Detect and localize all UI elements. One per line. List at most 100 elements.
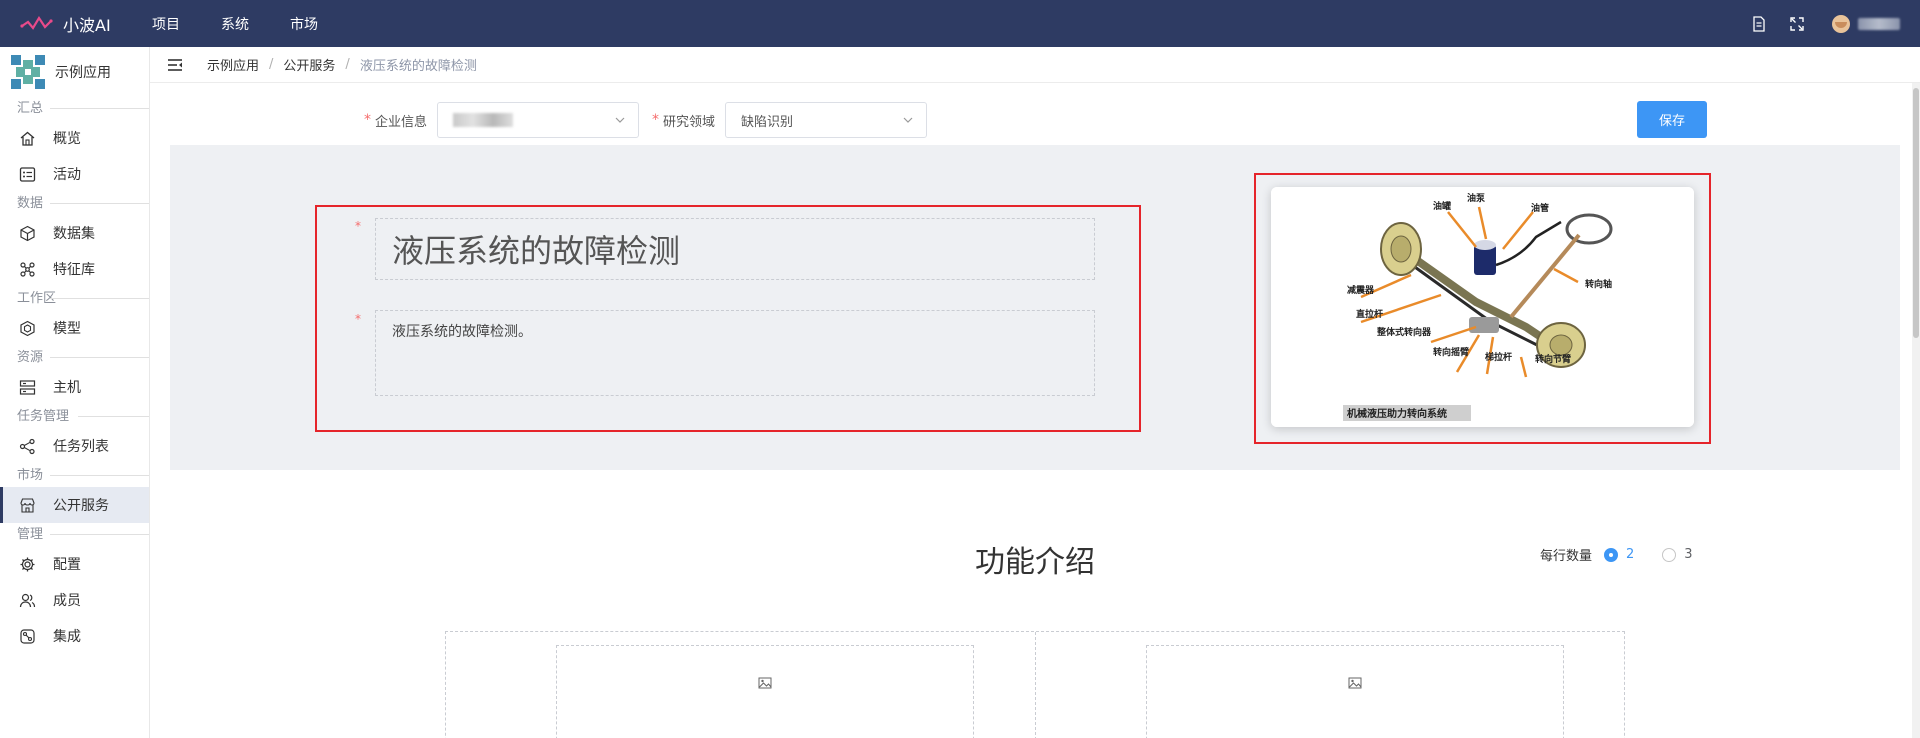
image-icon [1348, 677, 1361, 688]
research-select[interactable]: 缺陷识别 [725, 102, 928, 138]
cube-icon [18, 224, 36, 242]
breadcrumb-item-current: 液压系统的故障检测 [359, 59, 477, 74]
group-label-data: 数据 [0, 192, 149, 215]
sidebar-item-task-list[interactable]: 任务列表 [0, 428, 149, 464]
topnav-projects[interactable]: 项目 [152, 14, 180, 34]
scrollbar-thumb[interactable] [1913, 88, 1919, 338]
diagram-label-shock-absorber: 减震器 [1347, 284, 1375, 296]
feature-section-title: 功能介绍 [975, 545, 1095, 580]
sidebar-item-label: 集成 [53, 629, 81, 645]
radio-button[interactable] [1604, 547, 1619, 562]
feature-image-placeholder[interactable] [556, 645, 974, 738]
per-row-label: 每行数量 [1540, 549, 1593, 564]
sidebar-item-label: 活动 [53, 167, 81, 183]
breadcrumb-separator: / [345, 57, 350, 72]
service-description-input[interactable]: 液压系统的故障检测。 [375, 310, 1095, 396]
sidebar-item-overview[interactable]: 概览 [0, 120, 149, 156]
feature-image-placeholder[interactable] [1145, 645, 1564, 738]
top-bar: 小波AI 项目 系统 市场 [0, 0, 1920, 47]
diagram-label-drag-link: 直拉杆 [1356, 308, 1383, 320]
brand-name: 小波AI [63, 15, 111, 35]
sidebar-item-host[interactable]: 主机 [0, 369, 149, 405]
sidebar-item-label: 主机 [53, 380, 81, 396]
sidebar-item-model[interactable]: 模型 [0, 310, 149, 346]
service-title-input[interactable]: 液压系统的故障检测 [375, 218, 1095, 280]
diagram-label-pitman-arm: 转向摇臂 [1433, 346, 1469, 358]
task-icon [18, 437, 36, 455]
required-mark: * [364, 112, 371, 128]
top-right-tools [1730, 0, 1900, 47]
sidebar-item-integration[interactable]: 集成 [0, 618, 149, 654]
sidebar-item-label: 概览 [53, 131, 81, 147]
cover-image[interactable]: 油罐 油泵 油管 转向轴 减震器 直拉杆 整体式转向器 转向摇臂 梯拉杆 转向节… [1271, 187, 1694, 427]
diagram-label-steering-shaft: 转向轴 [1585, 278, 1612, 290]
steering-system-diagram: 油罐 油泵 油管 转向轴 减震器 直拉杆 整体式转向器 转向摇臂 梯拉杆 转向节… [1271, 187, 1694, 427]
fullscreen-icon[interactable] [1788, 15, 1806, 33]
feature-grid [445, 631, 1625, 738]
enterprise-value-blurred [453, 113, 514, 127]
chevron-down-icon [903, 117, 913, 123]
group-label-market: 市场 [0, 464, 149, 487]
document-icon[interactable] [1750, 15, 1768, 33]
breadcrumb-item-public-services[interactable]: 公开服务 [283, 55, 335, 74]
radio-label: 3 [1684, 547, 1693, 562]
sidebar-item-activity[interactable]: 活动 [0, 156, 149, 192]
app-name: 示例应用 [55, 65, 111, 81]
activity-icon [18, 165, 36, 183]
group-label-resources: 资源 [0, 346, 149, 369]
sidebar-item-dataset[interactable]: 数据集 [0, 215, 149, 251]
sidebar-item-public-services[interactable]: 公开服务 [0, 487, 149, 523]
diagram-caption: 机械液压助力转向系统 [1347, 407, 1447, 420]
radio-option-2[interactable]: 2 [1604, 547, 1634, 562]
sidebar-item-label: 模型 [53, 321, 81, 337]
wave-logo-icon [20, 15, 53, 30]
feature-card [1036, 632, 1625, 738]
diagram-label-steering-gear: 整体式转向器 [1376, 326, 1432, 338]
feature-card [446, 632, 1036, 738]
sidebar-item-feature-store[interactable]: 特征库 [0, 251, 149, 287]
sidebar-item-members[interactable]: 成员 [0, 582, 149, 618]
chevron-down-icon [615, 117, 625, 123]
research-field: * 研究领域 缺陷识别 [652, 102, 928, 138]
image-icon [758, 677, 772, 688]
group-label-workspace: 工作区 [0, 287, 149, 310]
model-icon [18, 319, 36, 337]
research-label: 研究领域 [663, 114, 716, 130]
diagram-label-oil-pump: 油泵 [1467, 192, 1486, 204]
brand-logo[interactable]: 小波AI [20, 12, 130, 36]
sidebar-item-label: 任务列表 [53, 439, 109, 455]
breadcrumb-item-app[interactable]: 示例应用 [207, 55, 259, 74]
avatar[interactable] [1832, 14, 1850, 33]
radio-button[interactable] [1662, 547, 1677, 562]
topnav-system[interactable]: 系统 [221, 14, 249, 34]
radio-option-3[interactable]: 3 [1662, 547, 1693, 562]
breadcrumb-bar: 示例应用 / 公开服务 / 液压系统的故障检测 [150, 47, 1920, 83]
app-header[interactable]: 示例应用 [0, 47, 149, 97]
save-button[interactable]: 保存 [1637, 101, 1707, 138]
top-nav: 项目 系统 市场 [152, 14, 359, 34]
per-row-selector: 每行数量 2 3 [1540, 545, 1693, 564]
gear-icon [18, 555, 36, 573]
user-name-blurred[interactable] [1858, 17, 1900, 30]
breadcrumb: 示例应用 / 公开服务 / 液压系统的故障检测 [207, 55, 477, 74]
breadcrumb-separator: / [269, 57, 274, 72]
integration-icon [18, 627, 36, 645]
topnav-market[interactable]: 市场 [290, 14, 318, 34]
sidebar-item-label: 配置 [53, 557, 81, 573]
sidebar-item-label: 公开服务 [53, 498, 109, 514]
menu-collapse-icon[interactable] [166, 56, 184, 74]
server-icon [18, 378, 36, 396]
research-select-value: 缺陷识别 [741, 114, 794, 130]
members-icon [18, 591, 36, 609]
sidebar-item-settings[interactable]: 配置 [0, 546, 149, 582]
required-mark: * [355, 312, 361, 326]
enterprise-label: 企业信息 [375, 114, 428, 130]
enterprise-select[interactable] [437, 102, 640, 138]
home-icon [18, 129, 36, 147]
diagram-label-oil-pipe: 油管 [1531, 202, 1549, 214]
sidebar-item-label: 数据集 [53, 226, 95, 242]
group-label-management: 管理 [0, 523, 149, 546]
radio-label: 2 [1626, 547, 1635, 562]
required-mark: * [355, 219, 361, 233]
group-label-task-management: 任务管理 [0, 405, 149, 428]
